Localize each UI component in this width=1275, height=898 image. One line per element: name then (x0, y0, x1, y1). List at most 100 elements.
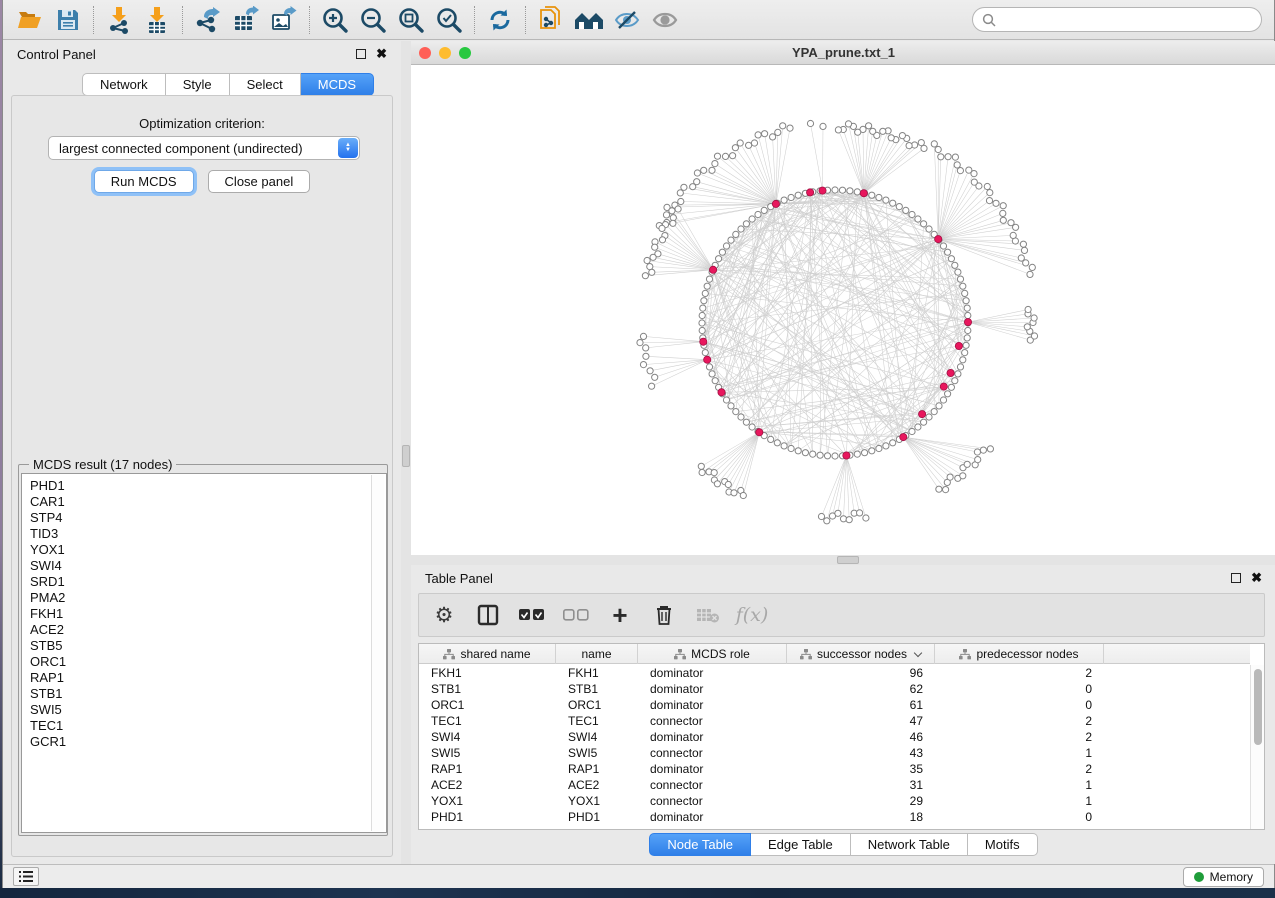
column-header-MCDS-role[interactable]: MCDS role (638, 644, 787, 664)
tab-edge-table[interactable]: Edge Table (751, 833, 851, 856)
mcds-result-item[interactable]: PHD1 (30, 478, 386, 494)
table-settings-icon[interactable]: ⚙ (431, 602, 457, 628)
mcds-result-item[interactable]: ORC1 (30, 654, 386, 670)
export-network-icon[interactable] (189, 4, 227, 36)
hide-selected-icon[interactable] (608, 4, 646, 36)
table-row[interactable]: RAP1RAP1dominator352 (419, 761, 1250, 777)
select-all-columns-icon[interactable] (519, 602, 545, 628)
mcds-result-item[interactable]: FKH1 (30, 606, 386, 622)
table-cell[interactable]: 35 (787, 761, 935, 777)
create-column-icon[interactable]: + (607, 602, 633, 628)
zoom-fit-icon[interactable] (392, 4, 430, 36)
tab-network[interactable]: Network (82, 73, 166, 96)
table-row[interactable]: STB1STB1dominator620 (419, 681, 1250, 697)
clone-network-icon[interactable] (532, 4, 570, 36)
show-all-icon[interactable] (646, 4, 684, 36)
save-session-icon[interactable] (49, 4, 87, 36)
float-panel-icon[interactable] (356, 49, 366, 59)
table-row[interactable]: FKH1FKH1dominator962 (419, 665, 1250, 681)
network-canvas[interactable] (411, 65, 1275, 555)
search-input[interactable] (1002, 13, 1252, 27)
search-box[interactable] (972, 7, 1262, 32)
table-cell[interactable]: 2 (935, 665, 1104, 681)
table-cell[interactable]: RAP1 (419, 761, 556, 777)
optimization-criterion-select[interactable]: largest connected component (undirected)… (48, 136, 360, 160)
mcds-result-item[interactable]: CAR1 (30, 494, 386, 510)
show-columns-icon[interactable] (475, 602, 501, 628)
mcds-result-item[interactable]: ACE2 (30, 622, 386, 638)
table-cell[interactable]: 0 (935, 697, 1104, 713)
table-cell[interactable]: SWI4 (556, 729, 638, 745)
table-cell[interactable]: connector (638, 793, 787, 809)
table-cell[interactable]: 62 (787, 681, 935, 697)
mcds-result-item[interactable]: PMA2 (30, 590, 386, 606)
table-cell[interactable]: SWI5 (419, 745, 556, 761)
table-cell[interactable]: dominator (638, 809, 787, 825)
table-cell[interactable]: TEC1 (556, 713, 638, 729)
mcds-result-item[interactable]: YOX1 (30, 542, 386, 558)
table-cell[interactable]: ORC1 (419, 697, 556, 713)
table-cell[interactable]: 29 (787, 793, 935, 809)
table-cell[interactable]: 0 (935, 809, 1104, 825)
table-cell[interactable]: 61 (787, 697, 935, 713)
tab-node-table[interactable]: Node Table (649, 833, 751, 856)
table-scrollbar[interactable] (1250, 665, 1264, 829)
table-cell[interactable]: 18 (787, 809, 935, 825)
table-cell[interactable]: connector (638, 745, 787, 761)
table-cell[interactable]: 1 (935, 793, 1104, 809)
table-cell[interactable]: 43 (787, 745, 935, 761)
mcds-result-item[interactable]: GCR1 (30, 734, 386, 750)
table-cell[interactable]: 0 (935, 681, 1104, 697)
network-window-titlebar[interactable]: YPA_prune.txt_1 (411, 41, 1275, 65)
open-file-icon[interactable] (11, 4, 49, 36)
close-panel-button[interactable]: Close panel (208, 170, 311, 193)
table-cell[interactable]: dominator (638, 761, 787, 777)
table-cell[interactable]: 1 (935, 777, 1104, 793)
table-cell[interactable]: 31 (787, 777, 935, 793)
table-cell[interactable]: 2 (935, 761, 1104, 777)
delete-column-icon[interactable] (651, 602, 677, 628)
table-cell[interactable]: FKH1 (419, 665, 556, 681)
network-graph[interactable] (411, 65, 1275, 555)
table-cell[interactable]: ACE2 (556, 777, 638, 793)
table-cell[interactable]: 1 (935, 745, 1104, 761)
table-cell[interactable]: ACE2 (419, 777, 556, 793)
zoom-in-icon[interactable] (316, 4, 354, 36)
table-row[interactable]: PHD1PHD1dominator180 (419, 809, 1250, 825)
mcds-result-item[interactable]: SWI5 (30, 702, 386, 718)
table-row[interactable]: SWI5SWI5connector431 (419, 745, 1250, 761)
close-panel-icon[interactable]: ✖ (1251, 573, 1262, 583)
column-header-successor-nodes[interactable]: successor nodes (787, 644, 935, 664)
memory-button[interactable]: Memory (1183, 867, 1264, 887)
table-cell[interactable]: dominator (638, 697, 787, 713)
table-cell[interactable]: 2 (935, 729, 1104, 745)
mcds-result-item[interactable]: TEC1 (30, 718, 386, 734)
zoom-selected-icon[interactable] (430, 4, 468, 36)
mcds-list-scrollbar[interactable] (371, 475, 384, 831)
mcds-result-item[interactable]: STB1 (30, 686, 386, 702)
tab-network-table[interactable]: Network Table (851, 833, 968, 856)
import-network-icon[interactable] (100, 4, 138, 36)
table-cell[interactable]: dominator (638, 665, 787, 681)
table-cell[interactable]: TEC1 (419, 713, 556, 729)
table-cell[interactable]: SWI4 (419, 729, 556, 745)
import-table-icon[interactable] (138, 4, 176, 36)
zoom-out-icon[interactable] (354, 4, 392, 36)
column-header-name[interactable]: name (556, 644, 638, 664)
table-cell[interactable]: 46 (787, 729, 935, 745)
refresh-icon[interactable] (481, 4, 519, 36)
scrollbar-thumb[interactable] (1254, 669, 1262, 745)
export-image-icon[interactable] (265, 4, 303, 36)
table-cell[interactable]: 96 (787, 665, 935, 681)
task-history-button[interactable] (13, 867, 39, 886)
splitter-grip[interactable] (837, 556, 859, 564)
ndex-icon[interactable] (570, 4, 608, 36)
table-cell[interactable]: PHD1 (419, 809, 556, 825)
table-cell[interactable]: STB1 (419, 681, 556, 697)
table-cell[interactable]: FKH1 (556, 665, 638, 681)
tab-mcds[interactable]: MCDS (301, 73, 374, 96)
table-row[interactable]: ORC1ORC1dominator610 (419, 697, 1250, 713)
tab-select[interactable]: Select (230, 73, 301, 96)
table-row[interactable]: SWI4SWI4dominator462 (419, 729, 1250, 745)
splitter-grip[interactable] (402, 445, 410, 467)
